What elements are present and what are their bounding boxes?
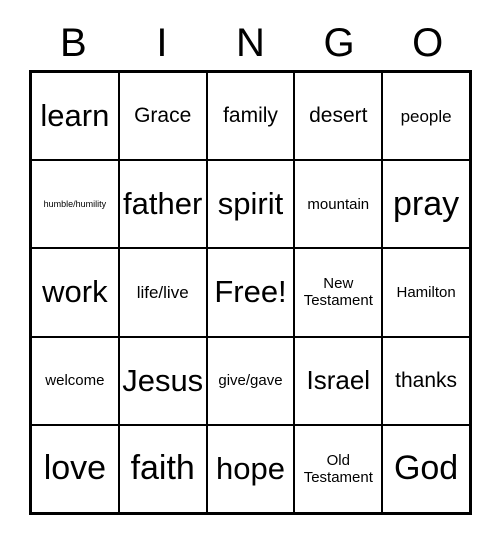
bingo-cell-label: Old Testament	[303, 451, 373, 486]
bingo-cell-n5[interactable]: hope	[207, 425, 294, 512]
bingo-cell-i4[interactable]: Jesus	[119, 337, 206, 424]
bingo-cell-b2[interactable]: humble/humility	[32, 161, 118, 248]
bingo-cell-label: Hamilton	[396, 283, 456, 301]
bingo-cell-g3[interactable]: New Testament	[295, 249, 382, 336]
bingo-cell-label: humble/humility	[43, 198, 107, 209]
bingo-cell-i5[interactable]: faith	[119, 425, 206, 512]
bingo-cell-n4[interactable]: give/gave	[207, 337, 294, 424]
bingo-cell-i3[interactable]: life/live	[119, 249, 206, 336]
bingo-cell-label: Grace	[134, 104, 192, 128]
header-letter-g: G	[323, 21, 355, 65]
bingo-cell-label: father	[123, 186, 203, 222]
bingo-cell-g2[interactable]: mountain	[295, 161, 382, 248]
header-letter-i: I	[156, 21, 168, 65]
bingo-cell-n2[interactable]: spirit	[207, 161, 294, 248]
bingo-cell-label: work	[42, 274, 108, 310]
bingo-cell-b1[interactable]: learn	[32, 73, 118, 160]
header-letter-b: B	[59, 21, 87, 65]
bingo-cell-label: spirit	[217, 186, 284, 222]
bingo-cell-label: hope	[216, 450, 285, 486]
bingo-cell-label: family	[223, 104, 278, 128]
bingo-cell-label: New Testament	[303, 275, 373, 310]
bingo-cell-label: thanks	[395, 368, 458, 392]
bingo-cell-label: pray	[393, 184, 460, 223]
bingo-cell-label: welcome	[45, 372, 105, 390]
bingo-cell-label: faith	[130, 449, 195, 488]
bingo-cell-label: life/live	[136, 282, 189, 302]
bingo-cell-o4[interactable]: thanks	[383, 337, 469, 424]
bingo-cell-g1[interactable]: desert	[295, 73, 382, 160]
free-space-label: Free!	[214, 274, 287, 310]
bingo-grid: learn Grace family desert people humble/…	[29, 70, 472, 515]
bingo-cell-o1[interactable]: people	[383, 73, 469, 160]
bingo-cell-label: desert	[309, 104, 368, 128]
header-letter-n: N	[236, 21, 265, 65]
bingo-cell-b5[interactable]: love	[32, 425, 118, 512]
bingo-cell-label: learn	[40, 98, 110, 134]
bingo-cell-label: people	[400, 106, 452, 126]
bingo-cell-label: Israel	[306, 365, 371, 396]
bingo-cell-label: mountain	[307, 195, 370, 213]
bingo-cell-free-space[interactable]: Free!	[207, 249, 294, 336]
bingo-header-row: B I N G O	[29, 14, 472, 64]
bingo-cell-b3[interactable]: work	[32, 249, 118, 336]
bingo-cell-label: Jesus	[122, 362, 204, 398]
bingo-cell-label: God	[393, 449, 459, 488]
bingo-card: B I N G O learn Grace family desert peop…	[0, 0, 501, 544]
bingo-cell-g5[interactable]: Old Testament	[295, 425, 382, 512]
bingo-cell-o2[interactable]: pray	[383, 161, 469, 248]
bingo-cell-b4[interactable]: welcome	[32, 337, 118, 424]
bingo-cell-i1[interactable]: Grace	[119, 73, 206, 160]
bingo-cell-o5[interactable]: God	[383, 425, 469, 512]
bingo-cell-i2[interactable]: father	[119, 161, 206, 248]
header-letter-o: O	[412, 21, 444, 65]
bingo-cell-label: love	[43, 449, 107, 488]
bingo-cell-o3[interactable]: Hamilton	[383, 249, 469, 336]
bingo-cell-label: give/gave	[218, 372, 283, 390]
bingo-cell-n1[interactable]: family	[207, 73, 294, 160]
bingo-cell-g4[interactable]: Israel	[295, 337, 382, 424]
